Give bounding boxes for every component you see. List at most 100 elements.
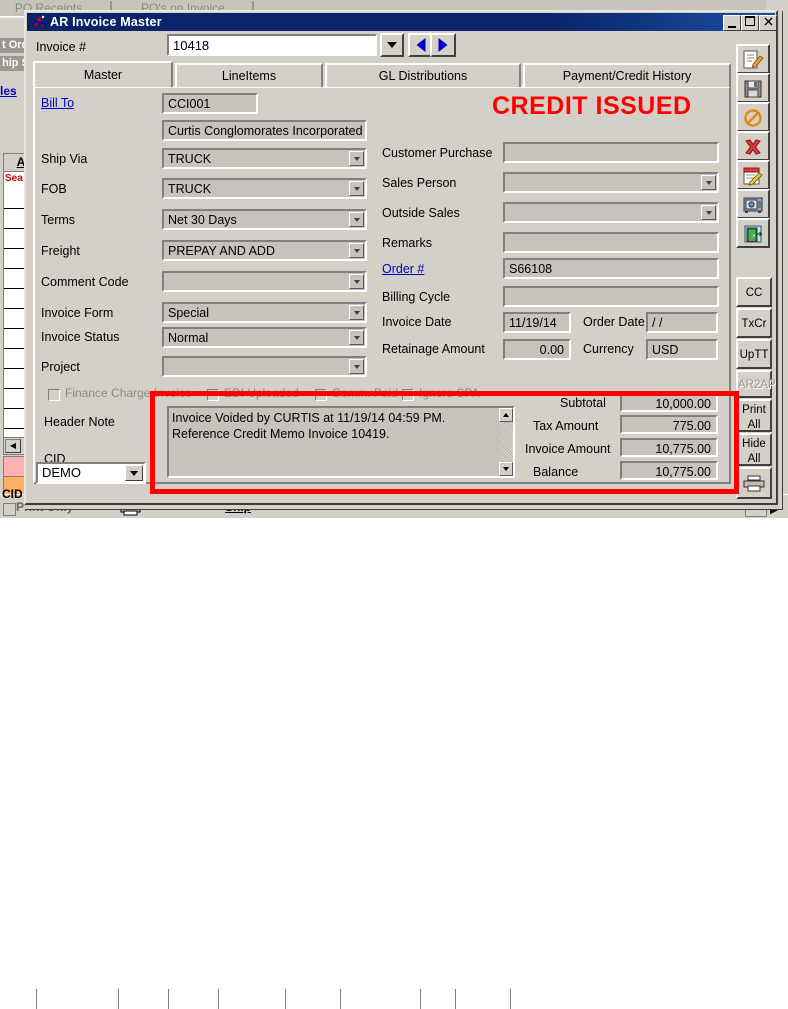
bill-to-code-field[interactable]: CCI001 [162, 93, 258, 114]
order-date-field[interactable]: / / [646, 312, 718, 333]
chevron-down-icon[interactable] [349, 305, 364, 320]
edi-uploaded-label: EDI Uploaded [224, 386, 299, 400]
ship-via-field[interactable]: TRUCK [162, 148, 367, 169]
remarks-field[interactable] [503, 232, 719, 253]
invoice-amount-value: 10,775.00 [620, 438, 718, 457]
order-number-field[interactable]: S66108 [503, 258, 719, 279]
header-note-scroll-track[interactable] [499, 422, 513, 462]
edi-uploaded-checkbox[interactable] [207, 389, 219, 401]
scroll-left-icon[interactable]: ◀ [5, 439, 21, 453]
sales-person-label: Sales Person [382, 176, 456, 190]
balance-value: 10,775.00 [620, 461, 718, 480]
invoice-number-input[interactable]: 10418 [167, 34, 377, 56]
invoice-form-field[interactable]: Special [162, 302, 367, 323]
chevron-down-icon[interactable] [349, 330, 364, 345]
safe-vault-icon[interactable] [736, 189, 770, 219]
invoice-date-field[interactable]: 11/19/14 [503, 312, 571, 333]
credit-issued-stamp: CREDIT ISSUED [492, 92, 692, 121]
tab-lineitems[interactable]: LineItems [175, 63, 323, 87]
chevron-down-icon[interactable] [349, 181, 364, 196]
tax-amount-value: 775.00 [620, 415, 718, 434]
remarks-label: Remarks [382, 236, 432, 250]
txcr-button[interactable]: TxCr [736, 308, 772, 338]
billing-cycle-label: Billing Cycle [382, 290, 450, 304]
balance-label: Balance [533, 465, 578, 479]
ar2ap-button[interactable]: AR2AP [736, 370, 772, 398]
tab-payment-credit-history[interactable]: Payment/Credit History [523, 63, 731, 87]
arrow-left-icon [417, 38, 426, 52]
customer-purchase-field[interactable] [503, 142, 719, 163]
cancel-prohibit-icon[interactable] [736, 102, 770, 132]
terms-label: Terms [41, 213, 75, 227]
tab-master[interactable]: Master [33, 61, 173, 87]
sales-person-field[interactable] [503, 172, 719, 193]
minimize-button[interactable] [723, 15, 741, 31]
arrow-right-icon [439, 38, 448, 52]
ignore-spa-checkbox[interactable] [402, 389, 414, 401]
chevron-down-icon[interactable] [349, 359, 364, 374]
chevron-down-icon[interactable] [125, 465, 143, 481]
currency-field[interactable]: USD [646, 339, 718, 360]
close-button[interactable] [759, 15, 777, 31]
chevron-down-icon[interactable] [701, 205, 716, 220]
order-date-label: Order Date [583, 315, 645, 329]
project-label: Project [41, 360, 80, 374]
project-field[interactable] [162, 356, 367, 377]
billing-cycle-field[interactable] [503, 286, 719, 307]
bill-to-link[interactable]: Bill To [41, 96, 74, 110]
comm-paid-checkbox[interactable] [315, 389, 327, 401]
print-all-lines-button[interactable]: Print All Lines [736, 399, 772, 432]
invoice-number-label: Invoice # [36, 40, 86, 54]
order-number-link[interactable]: Order # [382, 262, 424, 276]
chevron-down-icon[interactable] [349, 151, 364, 166]
tab-gl-distributions[interactable]: GL Distributions [325, 63, 521, 87]
terms-field[interactable]: Net 30 Days [162, 209, 367, 230]
exit-door-icon[interactable] [736, 218, 770, 248]
chevron-down-icon[interactable] [701, 175, 716, 190]
save-disk-icon[interactable] [736, 73, 770, 103]
chevron-down-icon[interactable] [349, 212, 364, 227]
next-record-button[interactable] [430, 33, 456, 57]
outside-sales-field[interactable] [503, 202, 719, 223]
hide-all-lines-button[interactable]: Hide All Lines [736, 433, 772, 466]
header-note-text: Invoice Voided by CURTIS at 11/19/14 04:… [172, 410, 492, 442]
edit-note-icon[interactable] [736, 44, 770, 74]
customer-purchase-label: Customer Purchase [382, 146, 492, 160]
invoice-amount-label: Invoice Amount [525, 442, 610, 456]
fob-label: FOB [41, 182, 67, 196]
delete-x-icon[interactable] [736, 131, 770, 161]
printer-icon[interactable] [736, 467, 772, 499]
ship-via-label: Ship Via [41, 152, 87, 166]
subtotal-label: Subtotal [560, 396, 606, 410]
currency-label: Currency [583, 342, 634, 356]
notepad-pencil-icon[interactable] [736, 160, 770, 190]
comment-code-label: Comment Code [41, 275, 129, 289]
maximize-button[interactable] [741, 15, 759, 31]
retainage-amount-field[interactable]: 0.00 [503, 339, 571, 360]
finance-charge-invoice-label: Finance Charge Invoice [65, 386, 192, 400]
finance-charge-invoice-checkbox[interactable] [48, 389, 60, 401]
cc-button[interactable]: CC [736, 277, 772, 307]
fob-field[interactable]: TRUCK [162, 178, 367, 199]
scroll-down-icon[interactable] [499, 462, 513, 476]
retainage-amount-label: Retainage Amount [382, 342, 485, 356]
background-print-only-checkbox[interactable] [3, 503, 16, 516]
invoice-dropdown-button[interactable] [380, 33, 404, 57]
chevron-down-icon[interactable] [349, 243, 364, 258]
outside-sales-label: Outside Sales [382, 206, 460, 220]
tax-amount-label: Tax Amount [533, 419, 598, 433]
chevron-down-icon [387, 42, 397, 48]
application-icon [31, 14, 47, 30]
comment-code-field[interactable] [162, 271, 367, 292]
chevron-down-icon[interactable] [349, 274, 364, 289]
ignore-spa-label: Ignore SPA [419, 386, 479, 400]
comm-paid-label: Comm. Paid [332, 386, 398, 400]
background-cid-label: CID [2, 487, 23, 501]
uptt-button[interactable]: UpTT [736, 339, 772, 369]
tab-strip: Master LineItems GL Distributions Paymen… [33, 63, 731, 87]
subtotal-value: 10,000.00 [620, 393, 718, 412]
invoice-status-field[interactable]: Normal [162, 327, 367, 348]
scroll-up-icon[interactable] [499, 408, 513, 422]
freight-field[interactable]: PREPAY AND ADD [162, 240, 367, 261]
bill-to-name-field[interactable]: Curtis Conglomorates Incorporated [162, 120, 367, 141]
